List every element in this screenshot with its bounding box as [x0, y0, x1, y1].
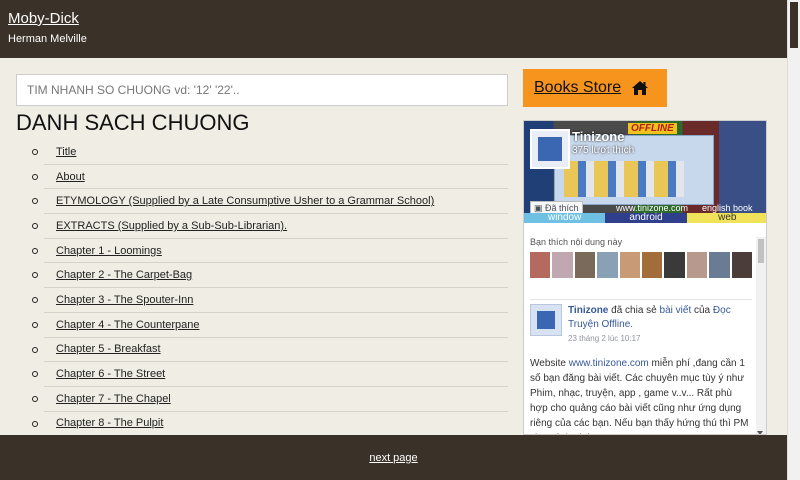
- books-store-button[interactable]: Books Store: [523, 69, 667, 107]
- next-page-link[interactable]: next page: [369, 452, 417, 464]
- page-name[interactable]: Tinizone: [572, 129, 624, 144]
- post-article-link[interactable]: bài viết: [660, 305, 692, 316]
- post-timestamp[interactable]: 23 tháng 2 lúc 10:17: [568, 332, 752, 346]
- books-store-label: Books Store: [534, 79, 622, 96]
- post-avatar[interactable]: [530, 304, 562, 336]
- chapter-list: Title About ETYMOLOGY (Supplied by a Lat…: [32, 140, 508, 437]
- fan-avatar[interactable]: [664, 252, 685, 278]
- home-icon: [632, 81, 649, 95]
- bullet-icon: [32, 198, 38, 205]
- list-item: Chapter 5 - Breakfast: [32, 338, 508, 363]
- fan-avatar[interactable]: [574, 252, 596, 278]
- post-body-prefix: Website: [530, 358, 566, 369]
- cover-offline-badge: OFFLINE: [628, 123, 677, 134]
- fan-avatar[interactable]: [552, 252, 573, 278]
- fans-title: Bạn thích nội dung này: [530, 237, 623, 247]
- bullet-icon: [32, 371, 38, 378]
- page-scrollbar[interactable]: [787, 0, 800, 480]
- post-shared-text: đã chia sẻ: [611, 305, 657, 316]
- post-of-text: của: [694, 305, 711, 316]
- chapter-link[interactable]: Chapter 7 - The Chapel: [56, 393, 171, 405]
- list-item: Chapter 6 - The Street: [32, 362, 508, 387]
- chapter-link[interactable]: Chapter 2 - The Carpet-Bag: [56, 269, 192, 281]
- book-author: Herman Melville: [8, 33, 87, 45]
- bullet-icon: [32, 149, 38, 155]
- chapter-link[interactable]: Chapter 5 - Breakfast: [56, 343, 161, 355]
- bullet-icon: [32, 321, 38, 328]
- list-item: Title: [32, 140, 508, 165]
- chapter-link[interactable]: Chapter 6 - The Street: [56, 368, 165, 380]
- facebook-page-widget: OFFLINE Tinizone 375 lượt thích www.tini…: [523, 120, 767, 435]
- post-author-link[interactable]: Tinizone: [568, 305, 608, 316]
- bullet-icon: [32, 223, 38, 230]
- facebook-post: Tinizone đã chia sẻ bài viết của Đọc Tru…: [530, 299, 752, 434]
- bullet-icon: [32, 346, 38, 353]
- facebook-cover[interactable]: OFFLINE Tinizone 375 lượt thích www.tini…: [524, 121, 766, 223]
- page-likes: 375 lượt thích: [572, 145, 635, 156]
- app-footer: next page: [0, 435, 787, 480]
- chapter-link[interactable]: ETYMOLOGY (Supplied by a Late Consumptiv…: [56, 195, 434, 207]
- list-item: Chapter 1 - Loomings: [32, 239, 508, 264]
- cover-bar: window android web: [524, 213, 766, 223]
- fan-avatar[interactable]: [597, 252, 618, 278]
- fan-avatars: [530, 252, 753, 278]
- chapter-link[interactable]: Chapter 3 - The Spouter-Inn: [56, 294, 193, 306]
- post-meta: Tinizone đã chia sẻ bài viết của Đọc Tru…: [568, 304, 752, 346]
- widget-scrollbar[interactable]: [756, 237, 766, 434]
- post-body: Website www.tinizone.com miễn phí ,đang …: [530, 356, 752, 434]
- widget-scrollbar-thumb[interactable]: [758, 239, 764, 263]
- book-title-link[interactable]: Moby-Dick: [8, 10, 79, 27]
- facebook-icon: ▣: [534, 203, 543, 213]
- fan-avatar[interactable]: [530, 252, 551, 278]
- list-item: ETYMOLOGY (Supplied by a Late Consumptiv…: [32, 189, 508, 215]
- cover-word: window: [524, 213, 606, 223]
- bullet-icon: [32, 272, 38, 279]
- post-header: Tinizone đã chia sẻ bài viết của Đọc Tru…: [530, 304, 752, 346]
- fans-section: Bạn thích nội dung này: [530, 225, 753, 295]
- fan-avatar[interactable]: [709, 252, 730, 278]
- fan-avatar[interactable]: [619, 252, 641, 278]
- chapter-link[interactable]: EXTRACTS (Supplied by a Sub-Sub-Libraria…: [56, 220, 287, 232]
- list-item: Chapter 4 - The Counterpane: [32, 313, 508, 338]
- chapter-link[interactable]: Chapter 8 - The Pulpit: [56, 417, 163, 429]
- chapter-search-input[interactable]: [16, 74, 508, 106]
- bullet-icon: [32, 297, 38, 304]
- post-body-text: miễn phí ,đang cần 1 số bạn đăng bài viế…: [530, 358, 749, 434]
- list-item: About: [32, 165, 508, 190]
- cover-word: android: [605, 213, 687, 223]
- post-site-link[interactable]: www.tinizone.com: [569, 358, 649, 369]
- fan-avatar[interactable]: [731, 252, 753, 278]
- list-item: Chapter 8 - The Pulpit: [32, 412, 508, 437]
- cover-word: web: [686, 213, 766, 223]
- chapter-link[interactable]: Chapter 4 - The Counterpane: [56, 319, 200, 331]
- chapter-link[interactable]: About: [56, 171, 85, 183]
- fan-avatar[interactable]: [686, 252, 708, 278]
- chapter-link[interactable]: Chapter 1 - Loomings: [56, 245, 162, 257]
- bullet-icon: [32, 420, 38, 427]
- page-scrollbar-thumb[interactable]: [790, 2, 798, 48]
- chapter-list-title: DANH SACH CHUONG: [16, 110, 250, 135]
- fan-avatar[interactable]: [642, 252, 663, 278]
- list-item: Chapter 3 - The Spouter-Inn: [32, 288, 508, 313]
- bullet-icon: [32, 247, 38, 254]
- page-avatar[interactable]: [530, 129, 570, 169]
- chapter-link[interactable]: Title: [56, 146, 76, 158]
- app-header: Moby-Dick Herman Melville: [0, 0, 787, 58]
- list-item: Chapter 7 - The Chapel: [32, 387, 508, 412]
- bullet-icon: [32, 395, 38, 402]
- list-item: EXTRACTS (Supplied by a Sub-Sub-Libraria…: [32, 214, 508, 239]
- cover-app-grid: [564, 161, 684, 197]
- list-item: Chapter 2 - The Carpet-Bag: [32, 263, 508, 289]
- bullet-icon: [32, 173, 38, 180]
